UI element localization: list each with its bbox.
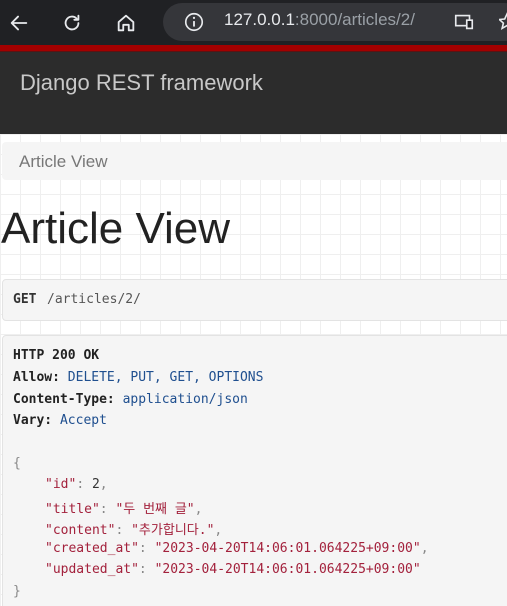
json-value: "두 번째 글" — [115, 502, 195, 517]
url-path: :8000/articles/2/ — [294, 10, 415, 29]
json-comma: , — [99, 477, 108, 492]
request-info: GET /articles/2/ — [2, 279, 507, 321]
header-name: Allow: — [13, 370, 60, 385]
cast-icon[interactable] — [453, 12, 475, 32]
header-value: application/json — [114, 392, 248, 407]
json-field-content: "content": "추가합니다.", — [45, 519, 222, 538]
header-allow: Allow: DELETE, PUT, GET, OPTIONS — [13, 370, 263, 385]
main-content: Article View Article View GET /articles/… — [0, 134, 507, 606]
back-button[interactable] — [2, 6, 36, 40]
back-arrow-icon — [10, 15, 28, 31]
json-field-title: "title": "두 번째 글", — [45, 498, 202, 517]
json-field-updated-at: "updated_at": "2023-04-20T14:06:01.06422… — [45, 562, 421, 577]
response-info: HTTP 200 OK Allow: DELETE, PUT, GET, OPT… — [2, 335, 507, 606]
json-close-brace: } — [13, 584, 21, 599]
json-comma: , — [194, 502, 203, 517]
json-key: "id" — [45, 477, 77, 492]
json-open-brace: { — [13, 456, 21, 471]
home-button[interactable] — [109, 6, 143, 40]
json-value: "2023-04-20T14:06:01.064225+09:00" — [154, 541, 421, 556]
info-icon[interactable] — [183, 11, 205, 33]
brand-link[interactable]: Django REST framework — [20, 70, 263, 96]
browser-toolbar: 127.0.0.1:8000/articles/2/ — [0, 0, 507, 45]
json-comma: , — [420, 541, 429, 556]
header-name: Vary: — [13, 413, 53, 428]
url-host: 127.0.0.1 — [224, 10, 295, 29]
request-method: GET — [13, 292, 37, 307]
header-content-type: Content-Type: application/json — [13, 392, 248, 407]
json-sep: : — [76, 477, 92, 492]
json-field-created-at: "created_at": "2023-04-20T14:06:01.06422… — [45, 541, 429, 556]
url-text[interactable]: 127.0.0.1:8000/articles/2/ — [224, 10, 415, 30]
json-key: "updated_at" — [45, 562, 139, 577]
json-value: 2 — [91, 477, 100, 492]
breadcrumb-item-article-view[interactable]: Article View — [19, 152, 108, 172]
page-title: Article View — [1, 204, 231, 253]
reload-icon — [64, 14, 80, 31]
breadcrumb: Article View — [2, 142, 507, 180]
request-path: /articles/2/ — [47, 292, 141, 307]
json-value: "추가합니다." — [131, 523, 215, 538]
header-value: DELETE, PUT, GET, OPTIONS — [59, 370, 264, 385]
response-status: HTTP 200 OK — [13, 348, 100, 363]
navbar: Django REST framework — [0, 51, 507, 134]
json-value: "2023-04-20T14:06:01.064225+09:00" — [154, 562, 421, 577]
json-sep: : — [138, 562, 155, 577]
json-sep: : — [99, 502, 116, 517]
json-sep: : — [138, 541, 155, 556]
json-key: "content" — [45, 523, 116, 538]
home-icon — [117, 14, 135, 32]
json-key: "title" — [45, 502, 100, 517]
json-comma: , — [214, 523, 223, 538]
header-vary: Vary: Accept — [13, 413, 107, 428]
json-sep: : — [115, 523, 132, 538]
json-field-id: "id": 2, — [45, 477, 108, 492]
header-name: Content-Type: — [13, 392, 115, 407]
json-key: "created_at" — [45, 541, 139, 556]
reload-button[interactable] — [55, 6, 89, 40]
header-value: Accept — [52, 413, 107, 428]
star-icon[interactable] — [499, 10, 507, 34]
